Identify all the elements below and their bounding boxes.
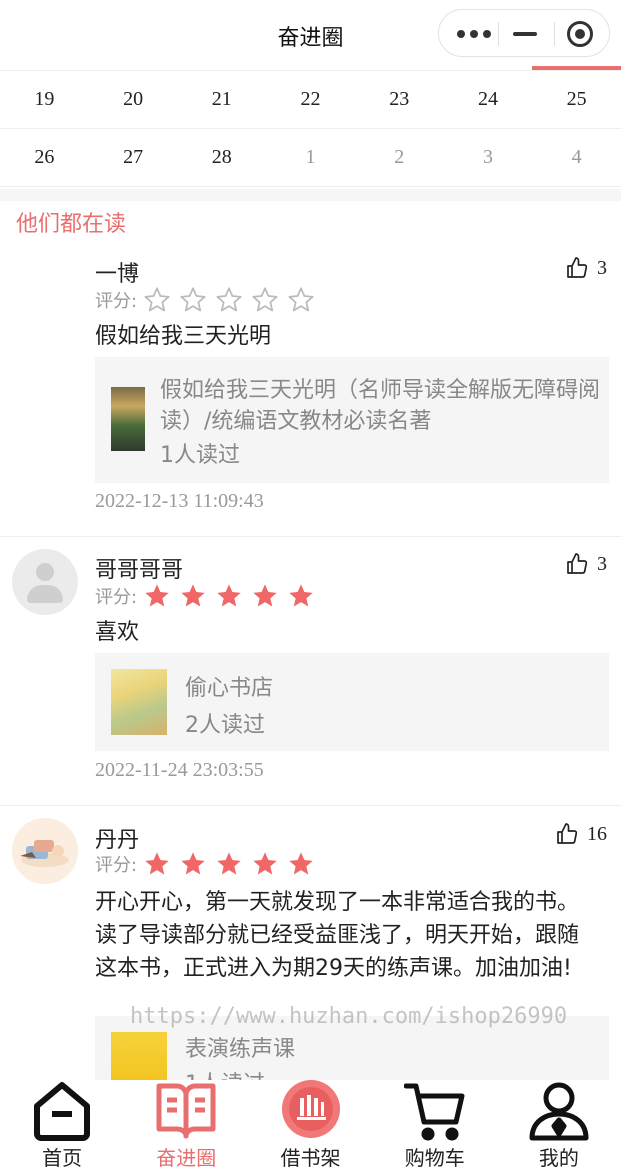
tab-cart[interactable]: 购物车 <box>373 1080 497 1170</box>
star-filled-icon <box>217 584 241 607</box>
close-target-icon[interactable] <box>567 21 593 47</box>
star-empty-icon <box>180 287 206 312</box>
tab-label: 奋进圈 <box>156 1146 217 1170</box>
star-filled-icon <box>289 584 313 607</box>
star-filled-icon <box>253 852 277 875</box>
nav-header: 奋进圈 <box>0 0 621 70</box>
thumbs-up-icon <box>557 823 578 844</box>
star-filled-icon <box>289 852 313 875</box>
user-icon <box>529 1082 589 1141</box>
home-icon <box>34 1082 91 1141</box>
mini-program-capsule <box>438 9 610 57</box>
thumbs-up-icon <box>567 257 588 278</box>
calendar-day[interactable]: 19 <box>0 71 89 128</box>
tab-label: 首页 <box>42 1146 83 1170</box>
like-count: 3 <box>597 256 607 279</box>
calendar-day[interactable]: 26 <box>0 129 89 186</box>
star-rating <box>143 286 323 314</box>
post-username: 哥哥哥哥 <box>95 558 184 583</box>
book-title: 偷心书店 <box>185 676 274 701</box>
calendar-day[interactable]: 25 <box>532 71 621 128</box>
post-content: 喜欢 <box>95 620 140 645</box>
avatar[interactable] <box>12 818 78 884</box>
rating-label: 评分: <box>95 291 138 312</box>
book-open-icon <box>156 1083 216 1139</box>
star-rating <box>143 582 323 610</box>
post-time: 2022-11-24 23:03:55 <box>95 759 264 781</box>
calendar-day[interactable]: 20 <box>89 71 178 128</box>
book-readers-count: 2人读过 <box>185 713 265 738</box>
calendar-day[interactable]: 24 <box>444 71 533 128</box>
tab-circle[interactable]: 奋进圈 <box>124 1080 248 1170</box>
post-content: 假如给我三天光明 <box>95 324 272 349</box>
watermark-text: https://www.huzhan.com/ishop26990 <box>130 1004 568 1029</box>
calendar-day[interactable]: 22 <box>266 71 355 128</box>
bottom-tab-bar: 首页 奋进圈 借书架 购物车 我的 <box>0 1080 621 1170</box>
star-empty-icon <box>144 287 170 312</box>
tab-label: 购物车 <box>404 1146 465 1170</box>
thumbs-up-icon <box>567 553 588 574</box>
star-empty-icon <box>252 287 278 312</box>
tab-home[interactable]: 首页 <box>0 1080 124 1170</box>
book-card[interactable]: 假如给我三天光明（名师导读全解版无障碍阅读）/统编语文教材必读名著 1人读过 <box>95 357 609 483</box>
calendar-day-next-month[interactable]: 2 <box>355 129 444 186</box>
star-empty-icon <box>288 287 314 312</box>
book-title: 假如给我三天光明（名师导读全解版无障碍阅读）/统编语文教材必读名著 <box>160 378 601 434</box>
book-card[interactable]: 偷心书店 2人读过 <box>95 653 609 751</box>
avatar-illustration <box>12 818 78 884</box>
tab-profile[interactable]: 我的 <box>497 1080 621 1170</box>
post-time: 2022-12-13 11:09:43 <box>95 490 264 512</box>
book-cover-image <box>111 1032 167 1080</box>
like-button[interactable]: 3 <box>565 552 607 576</box>
calendar-day-next-month[interactable]: 3 <box>444 129 533 186</box>
more-options-icon[interactable] <box>457 30 493 40</box>
star-filled-icon <box>181 852 205 875</box>
book-readers-count: 1人读过 <box>160 443 240 468</box>
like-count: 3 <box>597 552 607 575</box>
rating-label: 评分: <box>95 587 138 608</box>
calendar-day-next-month[interactable]: 1 <box>266 129 355 186</box>
bookshelf-icon <box>281 1080 340 1138</box>
calendar-day[interactable]: 23 <box>355 71 444 128</box>
calendar-day[interactable]: 27 <box>89 129 178 186</box>
like-count: 16 <box>587 822 607 845</box>
star-empty-icon <box>216 287 242 312</box>
tab-bookshelf[interactable]: 借书架 <box>248 1080 372 1170</box>
star-filled-icon <box>145 852 169 875</box>
star-filled-icon <box>217 852 241 875</box>
avatar[interactable] <box>12 549 78 615</box>
calendar-day[interactable]: 21 <box>177 71 266 128</box>
post-username: 一博 <box>95 262 140 287</box>
star-filled-icon <box>145 584 169 607</box>
calendar-row: 26 27 28 1 2 3 4 <box>0 129 621 187</box>
post-content: 开心开心，第一天就发现了一本非常适合我的书。读了导读部分就已经受益匪浅了，明天开… <box>95 890 580 981</box>
like-button[interactable]: 16 <box>555 822 607 846</box>
star-filled-icon <box>181 584 205 607</box>
like-button[interactable]: 3 <box>565 256 607 280</box>
rating-label: 评分: <box>95 855 138 876</box>
tab-label: 我的 <box>538 1146 579 1170</box>
calendar-day[interactable]: 28 <box>177 129 266 186</box>
rating-row: 评分: <box>95 582 323 610</box>
tab-label: 借书架 <box>280 1146 341 1170</box>
section-title: 他们都在读 <box>16 212 127 237</box>
rating-row: 评分: <box>95 286 323 314</box>
book-readers-count: 1人读过 <box>185 1066 265 1080</box>
star-filled-icon <box>253 584 277 607</box>
rating-row: 评分: <box>95 850 323 878</box>
book-title: 表演练声课 <box>185 1037 296 1062</box>
book-cover-image <box>111 669 167 735</box>
book-cover-image <box>111 387 145 451</box>
star-rating <box>143 850 323 878</box>
calendar-day-next-month[interactable]: 4 <box>532 129 621 186</box>
cart-icon <box>403 1083 465 1141</box>
minimize-icon[interactable] <box>513 32 537 36</box>
calendar: 19 20 21 22 23 24 25 26 27 28 1 2 3 4 <box>0 71 621 187</box>
calendar-row: 19 20 21 22 23 24 25 <box>0 71 621 129</box>
